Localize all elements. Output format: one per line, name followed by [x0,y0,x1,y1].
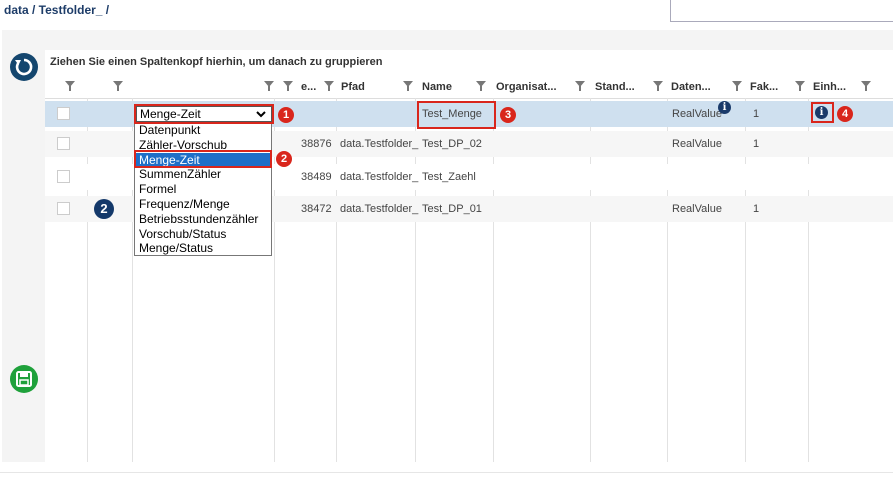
filter-icon[interactable] [732,81,742,91]
filter-icon[interactable] [283,81,293,91]
filter-icon[interactable] [476,81,486,91]
column-header-organisation[interactable]: Organisat... [496,76,557,98]
row-checkbox[interactable] [57,107,70,120]
faktor-cell: 1 [753,138,760,150]
id-cell: 38472 [301,203,332,215]
divider [0,472,893,473]
filter-icon[interactable] [324,81,334,91]
grid-header: e... Pfad Name Organisat... Stand... Dat… [45,76,893,99]
name-cell[interactable]: Test_DP_01 [422,196,482,222]
annotation-highlight [811,102,834,123]
datentyp-cell: RealValue [672,203,722,215]
reload-button[interactable] [10,53,38,81]
column-header-einh[interactable]: Einh... [813,76,846,98]
annotation-badge: 2 [276,151,292,167]
search-input[interactable] [670,0,893,22]
save-icon [16,371,32,387]
pfad-cell: data.Testfolder_ [340,171,419,183]
type-dropdown-list[interactable]: Datenpunkt Zähler-Vorschub Menge-Zeit Su… [134,122,272,256]
annotation-highlight [134,104,274,124]
dropdown-option[interactable]: Frequenz/Menge [135,197,271,212]
faktor-cell: 1 [753,203,760,215]
column-header-fak[interactable]: Fak... [750,76,778,98]
column-header-name[interactable]: Name [422,76,452,98]
row-checkbox[interactable] [57,137,70,150]
dropdown-option[interactable]: Formel [135,182,271,197]
row-checkbox[interactable] [57,202,70,215]
id-cell: 38876 [301,138,332,150]
breadcrumb[interactable]: data / Testfolder_ / [4,3,109,17]
dropdown-option[interactable]: SummenZähler [135,167,271,182]
name-cell[interactable]: Test_Zaehl [422,164,476,190]
filter-icon[interactable] [65,81,75,91]
pfad-cell: data.Testfolder_ [340,138,419,150]
annotation-highlight [417,101,496,129]
dropdown-option[interactable]: Datenpunkt [135,123,271,138]
column-header-pfad[interactable]: Pfad [341,76,365,98]
step-badge: 2 [94,199,114,219]
filter-icon[interactable] [264,81,274,91]
faktor-cell: 1 [753,108,760,120]
dropdown-option[interactable]: Menge/Status [135,241,271,256]
annotation-badge: 3 [500,107,516,123]
annotation-badge: 4 [837,106,853,122]
annotation-badge: 1 [278,107,294,123]
info-icon[interactable]: i [718,101,731,114]
pfad-cell: data.Testfolder_ [340,203,419,215]
filter-icon[interactable] [403,81,413,91]
id-cell: 38489 [301,171,332,183]
annotation-highlight [134,150,272,168]
filter-icon[interactable] [795,81,805,91]
dropdown-option[interactable]: Vorschub/Status [135,227,271,242]
column-header-id[interactable]: e... [301,76,316,98]
reload-icon [15,58,33,76]
column-header-stand[interactable]: Stand... [595,76,635,98]
dropdown-option[interactable]: Betriebsstundenzähler [135,212,271,227]
row-checkbox[interactable] [57,170,70,183]
save-button[interactable] [10,365,38,393]
datentyp-cell: RealValue [672,108,722,120]
datentyp-cell: RealValue [672,138,722,150]
filter-icon[interactable] [861,81,871,91]
group-hint: Ziehen Sie einen Spaltenkopf hierhin, um… [50,56,383,68]
filter-icon[interactable] [653,81,663,91]
filter-icon[interactable] [575,81,585,91]
filter-icon[interactable] [113,81,123,91]
name-cell[interactable]: Test_DP_02 [422,131,482,157]
column-header-daten[interactable]: Daten... [671,76,711,98]
